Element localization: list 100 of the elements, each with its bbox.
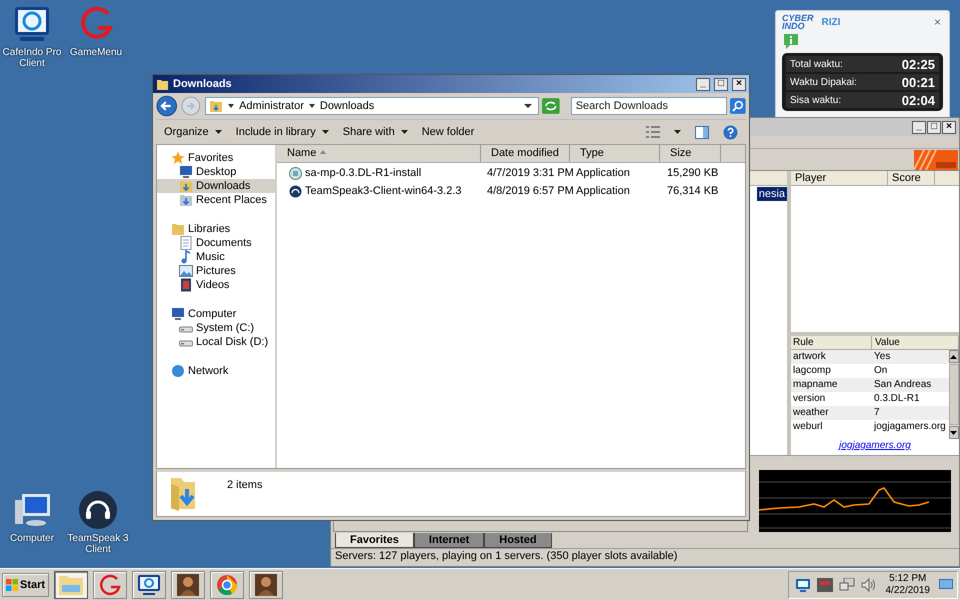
- computer-icon: [171, 307, 185, 321]
- taskbar-app-button[interactable]: [93, 570, 128, 598]
- headset-icon[interactable]: [78, 490, 118, 530]
- column-header[interactable]: Rule: [791, 336, 872, 349]
- window-control-button[interactable]: □: [714, 78, 728, 90]
- scrollbar[interactable]: [948, 350, 959, 439]
- tab[interactable]: Hosted: [484, 533, 552, 548]
- taskbar-app-button[interactable]: [210, 570, 244, 598]
- scroll-down-icon[interactable]: [950, 430, 958, 434]
- preview-pane-icon[interactable]: [695, 126, 709, 138]
- globe-icon: [171, 364, 185, 378]
- taskbar-app-button[interactable]: [54, 570, 88, 598]
- toolbar-button[interactable]: Share with: [342, 126, 408, 138]
- nav-item[interactable]: Videos: [157, 278, 275, 292]
- breadcrumb-item[interactable]: Downloads: [320, 100, 374, 112]
- table-cell[interactable]: nesia: [756, 187, 787, 201]
- window-control-button[interactable]: ×: [942, 120, 956, 134]
- volume-icon[interactable]: [860, 578, 876, 592]
- picture-icon: [179, 264, 193, 278]
- desktop-icon-label[interactable]: Computer: [10, 533, 54, 544]
- app-tray-icon[interactable]: [816, 578, 832, 592]
- taskbar-app-button[interactable]: [249, 570, 284, 598]
- tab[interactable]: Favorites: [335, 533, 414, 548]
- start-button[interactable]: Start: [2, 572, 50, 596]
- monitor-icon[interactable]: [794, 578, 810, 592]
- dropdown-icon[interactable]: [524, 103, 532, 109]
- user-name: RIZI: [822, 16, 842, 28]
- table-cell-text: jogjagamers.org: [872, 420, 947, 434]
- toolbar-button[interactable]: New folder: [422, 126, 474, 138]
- table-cell-text: 0.3.DL-R1: [873, 392, 921, 406]
- close-button[interactable]: ×: [932, 15, 943, 29]
- desktop-icon-label[interactable]: CafeIndo Pro Client: [0, 47, 64, 69]
- folder-icon: [171, 222, 185, 236]
- nav-item[interactable]: Local Disk (D:): [157, 335, 275, 349]
- monitor-icon[interactable]: [12, 4, 52, 44]
- taskbar-app-button[interactable]: [171, 570, 206, 598]
- column-header[interactable]: Score: [888, 171, 935, 185]
- refresh-icon[interactable]: [542, 98, 560, 114]
- table-cell-text: Yes: [873, 350, 892, 364]
- nav-item[interactable]: Favorites: [157, 151, 275, 165]
- caret-icon[interactable]: [674, 130, 681, 134]
- caret-icon: [214, 130, 222, 134]
- table-cell-text: San Andreas: [873, 378, 932, 392]
- nav-item[interactable]: Downloads: [157, 179, 275, 193]
- nav-item[interactable]: Libraries: [157, 222, 275, 236]
- nav-item[interactable]: System (C:): [157, 321, 275, 335]
- window-control-button[interactable]: ×: [732, 78, 746, 90]
- timer-value: 00:21: [902, 74, 935, 90]
- table-cell-text: Application: [575, 167, 631, 179]
- file-name[interactable]: sa-mp-0.3.DL-R1-install: [305, 167, 422, 179]
- back-icon[interactable]: [156, 95, 178, 117]
- window-control-button[interactable]: _: [912, 120, 926, 134]
- folder-icon: [179, 179, 193, 193]
- column-header[interactable]: Size: [660, 145, 721, 162]
- column-header[interactable]: Date modified: [481, 145, 570, 162]
- desktop-icon-label[interactable]: GameMenu: [70, 47, 122, 58]
- scroll-up-icon[interactable]: [950, 354, 958, 358]
- item-count: 2 items: [227, 479, 262, 491]
- tab[interactable]: Internet: [414, 533, 484, 548]
- nav-item[interactable]: Network: [157, 364, 275, 378]
- show-desktop-icon[interactable]: [939, 578, 953, 590]
- headset-icon: [289, 184, 302, 198]
- toolbar-button[interactable]: Organize: [164, 126, 222, 138]
- column-header[interactable]: Value: [872, 336, 959, 349]
- search-icon[interactable]: [730, 98, 746, 114]
- help-icon[interactable]: [723, 124, 738, 140]
- table-cell-text: 15,290 KB: [666, 167, 720, 179]
- toolbar-button[interactable]: Include in library: [236, 126, 329, 138]
- timer-label: Sisa waktu:: [790, 94, 842, 106]
- nav-item[interactable]: Music: [157, 250, 275, 264]
- timer-label: Total waktu:: [790, 58, 843, 70]
- caret-icon[interactable]: [308, 103, 315, 109]
- window-control-button[interactable]: _: [696, 78, 710, 90]
- status-bar: Servers: 127 players, playing on 1 servers. (350 player slots available): [331, 548, 959, 566]
- file-name[interactable]: TeamSpeak3-Client-win64-3.2.3: [305, 185, 462, 197]
- table-cell-text: 76,314 KB: [666, 185, 720, 197]
- nav-item[interactable]: Recent Places: [157, 193, 275, 207]
- nav-item[interactable]: Pictures: [157, 264, 275, 278]
- nav-item[interactable]: Documents: [157, 236, 275, 250]
- info-icon[interactable]: [782, 32, 800, 50]
- window-control-button[interactable]: □: [927, 120, 941, 134]
- music-note-icon: [179, 250, 193, 264]
- caret-icon[interactable]: [228, 103, 234, 109]
- network-icon[interactable]: [838, 578, 854, 592]
- address-bar[interactable]: Administrator Downloads: [205, 97, 540, 115]
- cyberindo-logo: CYBER INDO: [782, 14, 814, 30]
- breadcrumb-item[interactable]: Administrator: [239, 100, 304, 112]
- taskbar-app-button[interactable]: [132, 570, 166, 598]
- column-header[interactable]: Player: [791, 171, 888, 185]
- nav-item[interactable]: Desktop: [157, 165, 275, 179]
- view-list-icon[interactable]: [646, 126, 660, 138]
- nav-item[interactable]: Computer: [157, 307, 275, 321]
- window-title: Downloads: [173, 78, 232, 90]
- folder-icon: [156, 78, 169, 90]
- table-cell-text: artwork: [792, 350, 827, 364]
- search-field[interactable]: Search Downloads: [570, 97, 728, 115]
- column-header[interactable]: Name: [277, 145, 481, 162]
- table-cell-text: weather: [792, 406, 830, 420]
- column-header[interactable]: Type: [570, 145, 660, 162]
- desktop-icon-label[interactable]: TeamSpeak 3 Client: [66, 533, 130, 555]
